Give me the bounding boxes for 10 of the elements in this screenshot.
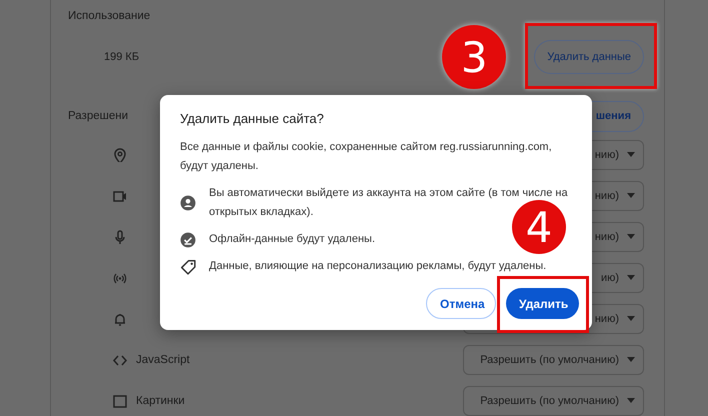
storage-size: 199 КБ (104, 51, 140, 63)
step-number-marker: 3 (442, 25, 506, 89)
permission-label: Картинки (136, 394, 186, 406)
dialog-message: Все данные и файлы cookie, сохраненные сайтом reg.russiarunning.com, будут удалены. (180, 140, 553, 174)
dialog-list-text: Данные, влияющие на персонализацию рекламы, будут удалены. (209, 259, 546, 274)
dialog-title: Удалить данные сайта? (180, 111, 325, 126)
dialog-list-text: Офлайн-данные будут удалены. (209, 232, 375, 247)
section-heading: Использование (68, 9, 152, 24)
permission-label: JavaScript (136, 354, 191, 366)
section-heading: Разрешени (68, 109, 128, 124)
